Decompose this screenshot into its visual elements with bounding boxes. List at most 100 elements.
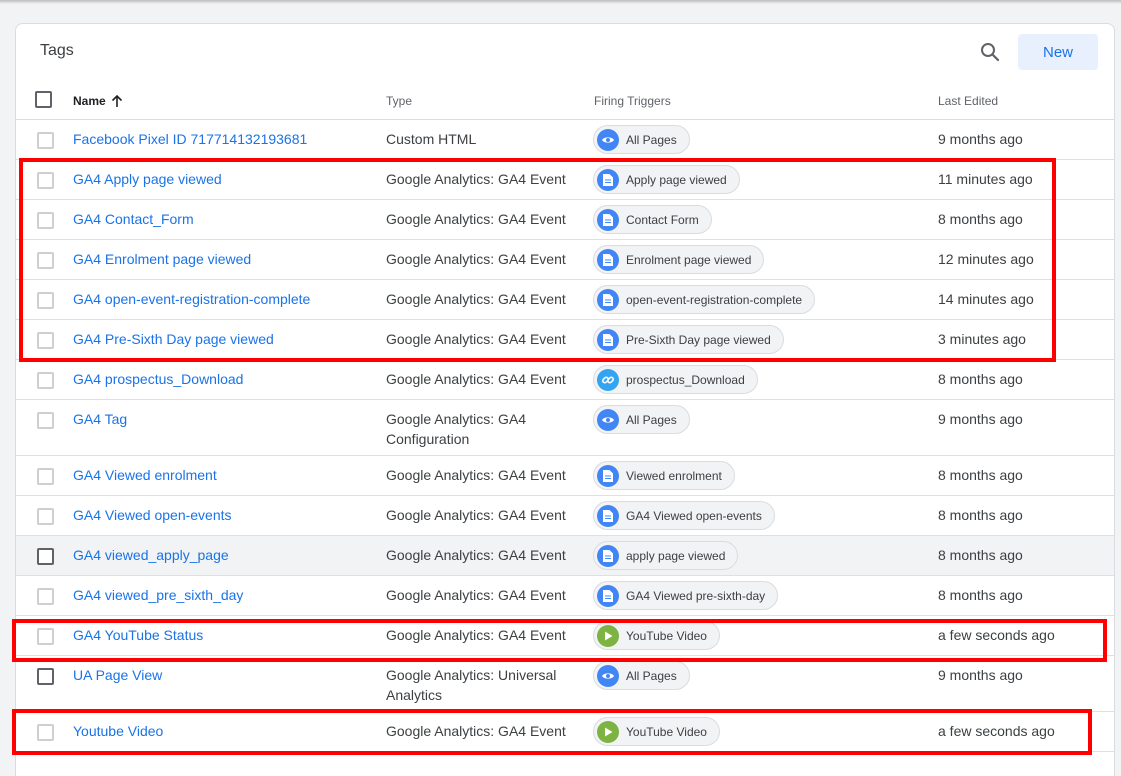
last-edited: 3 minutes ago [938,331,1026,347]
page-icon [597,544,619,567]
tag-name-link[interactable]: GA4 Contact_Form [73,211,194,227]
trigger-label: All Pages [626,132,677,147]
tag-name-link[interactable]: GA4 viewed_pre_sixth_day [73,587,243,603]
tag-name-link[interactable]: GA4 open-event-registration-complete [73,291,310,307]
last-edited: a few seconds ago [938,723,1055,739]
table-row[interactable]: GA4 prospectus_Download Google Analytics:… [16,360,1114,400]
column-header-type: Type [386,94,413,108]
tag-type: Google Analytics: GA4 Event [386,371,566,387]
trigger-label: Pre-Sixth Day page viewed [626,332,771,347]
tag-name-link[interactable]: GA4 Viewed open-events [73,507,232,523]
row-checkbox[interactable] [37,668,54,685]
table-row[interactable]: GA4 Tag Google Analytics: GA4 Configurati… [16,400,1114,456]
row-checkbox[interactable] [37,332,54,349]
row-checkbox[interactable] [37,588,54,605]
tag-name-link[interactable]: GA4 Viewed enrolment [73,467,217,483]
tag-name-link[interactable]: GA4 prospectus_Download [73,371,243,387]
tag-name-link[interactable]: GA4 YouTube Status [73,627,203,643]
eye-icon [597,128,619,151]
tag-type: Google Analytics: GA4 Event [386,587,566,603]
table-row[interactable]: Youtube Video Google Analytics: GA4 Event… [16,712,1114,752]
last-edited: 8 months ago [938,587,1023,603]
row-checkbox[interactable] [37,468,54,485]
trigger-chip[interactable]: All Pages [593,405,690,434]
column-header-name[interactable]: Name [73,94,124,108]
table-row[interactable]: Facebook Pixel ID 717714132193681 Custom … [16,120,1114,160]
page-icon [597,208,619,231]
row-checkbox[interactable] [37,628,54,645]
tag-name-link[interactable]: Facebook Pixel ID 717714132193681 [73,131,307,147]
table-row[interactable]: GA4 Pre-Sixth Day page viewed Google Anal… [16,320,1114,360]
tag-name-link[interactable]: Youtube Video [73,723,163,739]
trigger-label: Enrolment page viewed [626,252,752,267]
trigger-chip[interactable]: GA4 Viewed open-events [593,501,775,530]
select-all-checkbox[interactable] [35,91,52,108]
tag-type: Google Analytics: GA4 Event [386,467,566,483]
tag-name-link[interactable]: GA4 Tag [73,411,127,427]
tag-type: Google Analytics: GA4 Event [386,627,566,643]
trigger-chip[interactable]: Contact Form [593,205,712,234]
last-edited: 8 months ago [938,211,1023,227]
tag-name-link[interactable]: GA4 Pre-Sixth Day page viewed [73,331,274,347]
trigger-chip[interactable]: All Pages [593,125,690,154]
tag-name-link[interactable]: GA4 Enrolment page viewed [73,251,251,267]
row-checkbox[interactable] [37,252,54,269]
table-row[interactable]: GA4 Viewed enrolment Google Analytics: GA… [16,456,1114,496]
panel-title: Tags [40,42,74,59]
tag-type: Google Analytics: GA4 Configuration [386,411,527,447]
table-row[interactable]: GA4 viewed_pre_sixth_day Google Analytics… [16,576,1114,616]
sort-ascending-icon [111,94,122,107]
trigger-label: Viewed enrolment [626,468,722,483]
eye-icon [597,408,619,431]
column-header-last-edited: Last Edited [938,94,999,108]
trigger-chip[interactable]: Apply page viewed [593,165,740,194]
trigger-chip[interactable]: All Pages [593,661,690,690]
table-row[interactable]: GA4 viewed_apply_page Google Analytics: G… [16,536,1114,576]
trigger-chip[interactable]: apply page viewed [593,541,739,570]
trigger-chip[interactable]: open-event-registration-complete [593,285,816,314]
trigger-label: YouTube Video [626,628,707,643]
tag-name-link[interactable]: GA4 viewed_apply_page [73,547,229,563]
table-row[interactable]: GA4 Apply page viewed Google Analytics: G… [16,160,1114,200]
trigger-label: All Pages [626,412,677,427]
last-edited: 14 minutes ago [938,291,1034,307]
last-edited: 8 months ago [938,467,1023,483]
table-row[interactable]: UA Page View Google Analytics: Universal … [16,656,1114,712]
trigger-chip[interactable]: Viewed enrolment [593,461,735,490]
row-checkbox[interactable] [37,548,54,565]
row-checkbox[interactable] [37,292,54,309]
table-row[interactable]: GA4 Viewed open-events Google Analytics: … [16,496,1114,536]
tag-type: Custom HTML [386,131,477,147]
search-icon[interactable] [978,40,1002,64]
tag-name-link[interactable]: UA Page View [73,667,162,683]
trigger-chip[interactable]: prospectus_Download [593,365,758,394]
row-checkbox[interactable] [37,508,54,525]
table-row[interactable]: GA4 Enrolment page viewed Google Analytic… [16,240,1114,280]
top-shadow [0,0,1121,4]
trigger-chip[interactable]: YouTube Video [593,621,720,650]
last-edited: a few seconds ago [938,627,1055,643]
row-checkbox[interactable] [37,172,54,189]
trigger-label: Apply page viewed [626,172,727,187]
table-row[interactable]: GA4 Contact_Form Google Analytics: GA4 Ev… [16,200,1114,240]
trigger-chip[interactable]: Pre-Sixth Day page viewed [593,325,784,354]
new-tag-button[interactable]: New [1018,34,1098,70]
row-checkbox[interactable] [37,372,54,389]
last-edited: 9 months ago [938,667,1023,683]
link-icon [597,368,619,391]
trigger-chip[interactable]: YouTube Video [593,717,720,746]
trigger-label: All Pages [626,668,677,683]
row-checkbox[interactable] [37,212,54,229]
trigger-chip[interactable]: GA4 Viewed pre-sixth-day [593,581,779,610]
trigger-chip[interactable]: Enrolment page viewed [593,245,765,274]
trigger-label: open-event-registration-complete [626,292,803,307]
page-icon [597,248,619,271]
row-checkbox[interactable] [37,724,54,741]
last-edited: 12 minutes ago [938,251,1034,267]
table-row[interactable]: GA4 open-event-registration-complete Goog… [16,280,1114,320]
row-checkbox[interactable] [37,132,54,149]
tag-name-link[interactable]: GA4 Apply page viewed [73,171,222,187]
last-edited: 8 months ago [938,547,1023,563]
table-row[interactable]: GA4 YouTube Status Google Analytics: GA4 … [16,616,1114,656]
row-checkbox[interactable] [37,412,54,429]
